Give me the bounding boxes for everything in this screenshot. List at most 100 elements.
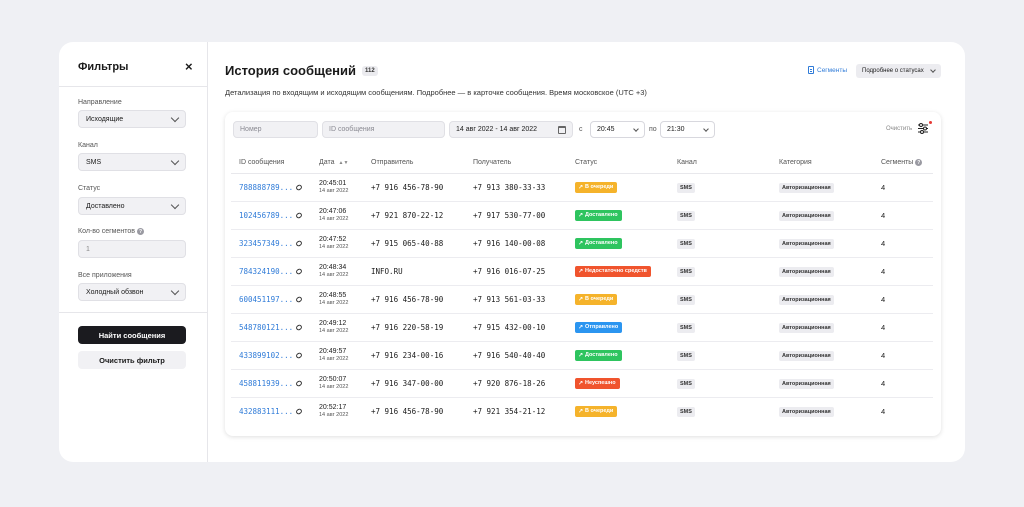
col-segments[interactable]: Сегменты ? — [873, 152, 933, 174]
message-id-link[interactable]: 784324190... — [239, 267, 304, 276]
cell-category: Авторизационная — [771, 313, 873, 342]
status-info-dropdown[interactable]: Подробнее о статусах — [856, 64, 941, 78]
sender: +7 916 347-00-00 — [371, 378, 444, 388]
table-row[interactable]: 784324190... 20:48:34 14 авг 2022 INFO.RU +7… — [231, 257, 933, 286]
chevron-down-icon — [633, 125, 639, 132]
number-input[interactable]: Номер — [233, 121, 318, 138]
direction-value: Исходящие — [86, 115, 124, 123]
message-id-link[interactable]: 432883111... — [239, 406, 304, 416]
link-icon[interactable] — [295, 211, 304, 219]
segments-count: 4 — [881, 266, 886, 276]
channel-select[interactable]: SMS — [78, 153, 186, 171]
col-status[interactable]: Статус — [567, 152, 669, 174]
table-row[interactable]: 433899102... 20:49:57 14 авг 2022 +7 916 23… — [231, 341, 933, 370]
table-row[interactable]: 432883111... 20:52:17 14 авг 2022 +7 916 45… — [231, 397, 933, 425]
table-row[interactable]: 458811939... 20:50:07 14 авг 2022 +7 916 34… — [231, 369, 933, 398]
message-id-link[interactable]: 433899102... — [239, 351, 304, 360]
page-subtitle: Детализация по входящим и исходящим сооб… — [225, 88, 647, 97]
channel-label: Канал — [78, 142, 98, 149]
col-date[interactable]: Дата ▲▼ — [311, 152, 363, 174]
chevron-down-icon — [170, 113, 180, 122]
message-id-link[interactable]: 323457349... — [239, 239, 304, 248]
cell-channel: SMS — [669, 397, 771, 425]
status-text: Отправлено — [585, 324, 619, 330]
category-tag: Авторизационная — [779, 294, 834, 305]
table-row[interactable]: 323457349... 20:47:52 14 авг 2022 +7 915 06… — [231, 229, 933, 258]
link-icon[interactable] — [295, 407, 304, 416]
cell-segments: 4 — [873, 229, 933, 258]
apps-label: Все приложения — [78, 272, 132, 279]
receiver: +7 916 140-00-08 — [473, 238, 546, 248]
cell-channel: SMS — [669, 173, 771, 202]
cell-sender: +7 916 456-78-90 — [363, 173, 465, 202]
cell-segments: 4 — [873, 313, 933, 342]
to-time-select[interactable]: 21:30 — [660, 121, 715, 138]
table-row[interactable]: 102456789... 20:47:06 14 авг 2022 +7 921 87… — [231, 201, 933, 230]
from-time-value: 20:45 — [597, 126, 615, 133]
find-messages-button[interactable]: Найти сообщения — [78, 326, 186, 344]
close-icon[interactable]: × — [185, 59, 193, 74]
cell-receiver: +7 917 530-77-00 — [465, 201, 567, 230]
link-icon[interactable] — [295, 323, 304, 331]
status-text: В очереди — [585, 408, 614, 415]
cell-sender: +7 916 456-78-90 — [363, 285, 465, 314]
cell-status: ↗ Доставлено — [567, 201, 669, 230]
table-row[interactable]: 548780121... 20:49:12 14 авг 2022 +7 916 22… — [231, 313, 933, 342]
arrow-up-right-icon: ↗ — [578, 324, 584, 331]
help-icon[interactable]: ? — [915, 159, 923, 166]
segments-label-text: Кол-во сегментов — [78, 228, 135, 235]
col-category[interactable]: Категория — [771, 152, 873, 174]
direction-select[interactable]: Исходящие — [78, 110, 186, 128]
page-title: История сообщений 112 — [225, 63, 378, 78]
sender: INFO.RU — [371, 266, 403, 276]
message-id-link[interactable]: 458811939... — [239, 379, 304, 388]
col-id[interactable]: ID сообщения — [231, 152, 311, 174]
link-icon[interactable] — [295, 295, 304, 303]
cell-segments: 4 — [873, 369, 933, 398]
message-id-link[interactable]: 548780121... — [239, 323, 304, 332]
col-receiver[interactable]: Получатель — [465, 152, 567, 174]
col-sender[interactable]: Отправитель — [363, 152, 465, 174]
cell-sender: INFO.RU — [363, 257, 465, 286]
segments-count: 4 — [881, 350, 886, 360]
category-tag: Авторизационная — [779, 406, 834, 417]
segments-link[interactable]: Сегменты — [808, 66, 847, 74]
col-channel[interactable]: Канал — [669, 152, 771, 174]
clear-filter-button[interactable]: Очистить фильтр — [78, 351, 186, 369]
apps-select[interactable]: Холодный обзвон — [78, 283, 186, 301]
link-icon[interactable] — [295, 267, 304, 275]
message-id-link[interactable]: 600451197... — [239, 295, 304, 304]
table-row[interactable]: 788888789... 20:45:01 14 авг 2022 +7 916 45… — [231, 173, 933, 202]
segments-count: 4 — [881, 294, 886, 304]
from-time-select[interactable]: 20:45 — [590, 121, 645, 138]
channel-tag: SMS — [677, 378, 695, 389]
link-icon[interactable] — [295, 183, 304, 191]
date-range-picker[interactable]: 14 авг 2022 - 14 авг 2022 — [449, 121, 573, 138]
sort-icon[interactable]: ▲▼ — [339, 160, 349, 166]
filter-settings-icon[interactable] — [918, 123, 928, 134]
filters-sidebar: Фильтры × Направление Исходящие Канал SM… — [59, 42, 208, 462]
message-id-input[interactable]: ID сообщения — [322, 121, 445, 138]
sender: +7 916 456-78-90 — [371, 182, 444, 192]
message-id-link[interactable]: 788888789... — [239, 183, 304, 192]
message-id: 432883111... — [239, 406, 294, 416]
status-select[interactable]: Доставлено — [78, 197, 186, 215]
message-id-link[interactable]: 102456789... — [239, 210, 304, 220]
table-row[interactable]: 600451197... 20:48:55 14 авг 2022 +7 916 45… — [231, 285, 933, 314]
cell-sender: +7 916 456-78-90 — [363, 397, 465, 425]
cell-id: 784324190... — [231, 257, 311, 286]
clear-button[interactable]: Очистить — [886, 126, 912, 132]
category-tag: Авторизационная — [779, 350, 834, 361]
status-badge: ↗ Доставлено — [575, 209, 622, 221]
cell-segments: 4 — [873, 285, 933, 314]
link-icon[interactable] — [295, 351, 304, 359]
segments-input[interactable]: 1 — [78, 240, 186, 258]
help-icon[interactable]: ? — [136, 228, 144, 235]
status-text: Недостаточно средств — [585, 268, 647, 274]
channel-tag: SMS — [677, 182, 695, 193]
message-id: 102456789... — [239, 210, 294, 220]
cell-segments: 4 — [873, 397, 933, 425]
link-icon[interactable] — [295, 239, 304, 247]
cell-id: 433899102... — [231, 341, 311, 370]
link-icon[interactable] — [295, 379, 304, 387]
